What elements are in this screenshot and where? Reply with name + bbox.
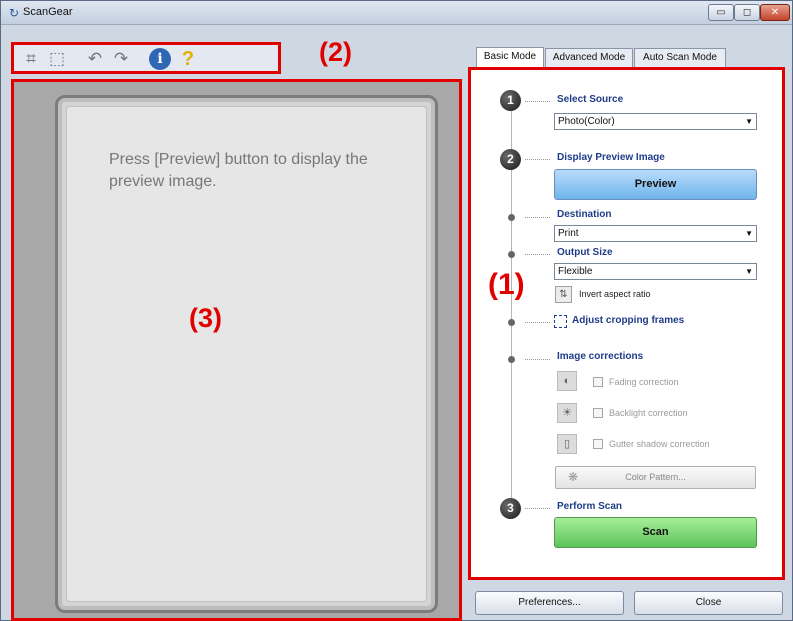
tab-advanced-mode[interactable]: Advanced Mode	[545, 48, 633, 67]
destination-heading: Destination	[557, 209, 612, 220]
rotate-left-icon[interactable]: ↶	[84, 48, 106, 70]
color-pattern-button[interactable]: ❋ Color Pattern...	[555, 466, 756, 489]
backlight-correction-checkbox[interactable]	[593, 408, 603, 418]
fading-correction-label: Fading correction	[609, 377, 679, 387]
callout-1: (1)	[488, 268, 525, 301]
fading-correction-icon: ◐	[557, 371, 577, 391]
leader-dots	[525, 322, 550, 323]
step-3-badge: 3	[500, 498, 521, 519]
preview-button[interactable]: Preview	[554, 169, 757, 200]
title-bar: ↻ ScanGear ▭ ◻ ✕	[1, 1, 792, 25]
toolbar: ⌗ ⬚ ↶ ↷ i ?	[11, 42, 281, 74]
preview-frame: Press [Preview] button to display the pr…	[55, 95, 438, 613]
gutter-shadow-correction-icon: ▯	[557, 434, 577, 454]
help-icon[interactable]: ?	[177, 48, 199, 70]
preview-area: Press [Preview] button to display the pr…	[11, 79, 462, 621]
window-title: ScanGear	[23, 6, 73, 18]
leader-dots	[525, 101, 550, 102]
minimize-button[interactable]: ▭	[708, 4, 734, 21]
chevron-down-icon: ▼	[745, 229, 753, 238]
step-dot	[508, 251, 515, 258]
leader-dots	[525, 217, 550, 218]
invert-aspect-ratio-icon[interactable]: ⇅	[555, 286, 572, 303]
select-source-dropdown[interactable]: Photo(Color) ▼	[554, 113, 757, 130]
output-size-dropdown[interactable]: Flexible ▼	[554, 263, 757, 280]
output-size-heading: Output Size	[557, 247, 613, 258]
perform-scan-heading: Perform Scan	[557, 501, 623, 512]
close-button[interactable]: Close	[634, 591, 783, 615]
select-source-value: Photo(Color)	[558, 116, 615, 127]
fading-correction-checkbox[interactable]	[593, 377, 603, 387]
preferences-button[interactable]: Preferences...	[475, 591, 624, 615]
preview-message: Press [Preview] button to display the pr…	[109, 151, 368, 190]
step-2-badge: 2	[500, 149, 521, 170]
leader-dots	[525, 254, 550, 255]
tab-auto-scan-mode[interactable]: Auto Scan Mode	[634, 48, 726, 67]
invert-aspect-ratio-label: Invert aspect ratio	[579, 289, 651, 299]
tab-basic-mode[interactable]: Basic Mode	[476, 47, 544, 68]
close-window-button[interactable]: ✕	[760, 4, 790, 21]
crop-icon[interactable]: ⌗	[20, 48, 42, 70]
step-1-badge: 1	[500, 90, 521, 111]
scangear-window: ↻ ScanGear ▭ ◻ ✕ ⌗ ⬚ ↶ ↷ i ? (2) Basic M…	[0, 0, 793, 621]
gutter-shadow-correction-label: Gutter shadow correction	[609, 439, 710, 449]
scangear-app-icon: ↻	[9, 6, 20, 20]
maximize-button[interactable]: ◻	[734, 4, 760, 21]
display-preview-heading: Display Preview Image	[557, 152, 665, 163]
select-source-heading: Select Source	[557, 94, 624, 105]
image-corrections-heading: Image corrections	[557, 351, 644, 362]
rotate-right-icon[interactable]: ↷	[110, 48, 132, 70]
step-dot	[508, 319, 515, 326]
scan-button[interactable]: Scan	[554, 517, 757, 548]
chevron-down-icon: ▼	[745, 267, 753, 276]
destination-value: Print	[558, 228, 579, 239]
step-dot	[508, 214, 515, 221]
callout-3: (3)	[189, 303, 222, 333]
leader-dots	[525, 159, 550, 160]
callout-2: (2)	[319, 37, 352, 67]
leader-dots	[525, 508, 550, 509]
destination-dropdown[interactable]: Print ▼	[554, 225, 757, 242]
chevron-down-icon: ▼	[745, 117, 753, 126]
crop-frame-icon[interactable]	[554, 315, 567, 328]
color-pattern-label: Color Pattern...	[625, 472, 686, 482]
remove-crop-icon[interactable]: ⬚	[46, 48, 68, 70]
step-dot	[508, 356, 515, 363]
basic-mode-panel: 1 Select Source Photo(Color) ▼ 2 Display…	[468, 67, 785, 580]
preview-sheet[interactable]: Press [Preview] button to display the pr…	[66, 106, 427, 602]
output-size-value: Flexible	[558, 266, 593, 277]
leader-dots	[525, 359, 550, 360]
gutter-shadow-correction-checkbox[interactable]	[593, 439, 603, 449]
info-icon[interactable]: i	[149, 48, 171, 70]
backlight-correction-icon: ☀	[557, 403, 577, 423]
backlight-correction-label: Backlight correction	[609, 408, 688, 418]
adjust-cropping-frames-link[interactable]: Adjust cropping frames	[572, 315, 684, 326]
